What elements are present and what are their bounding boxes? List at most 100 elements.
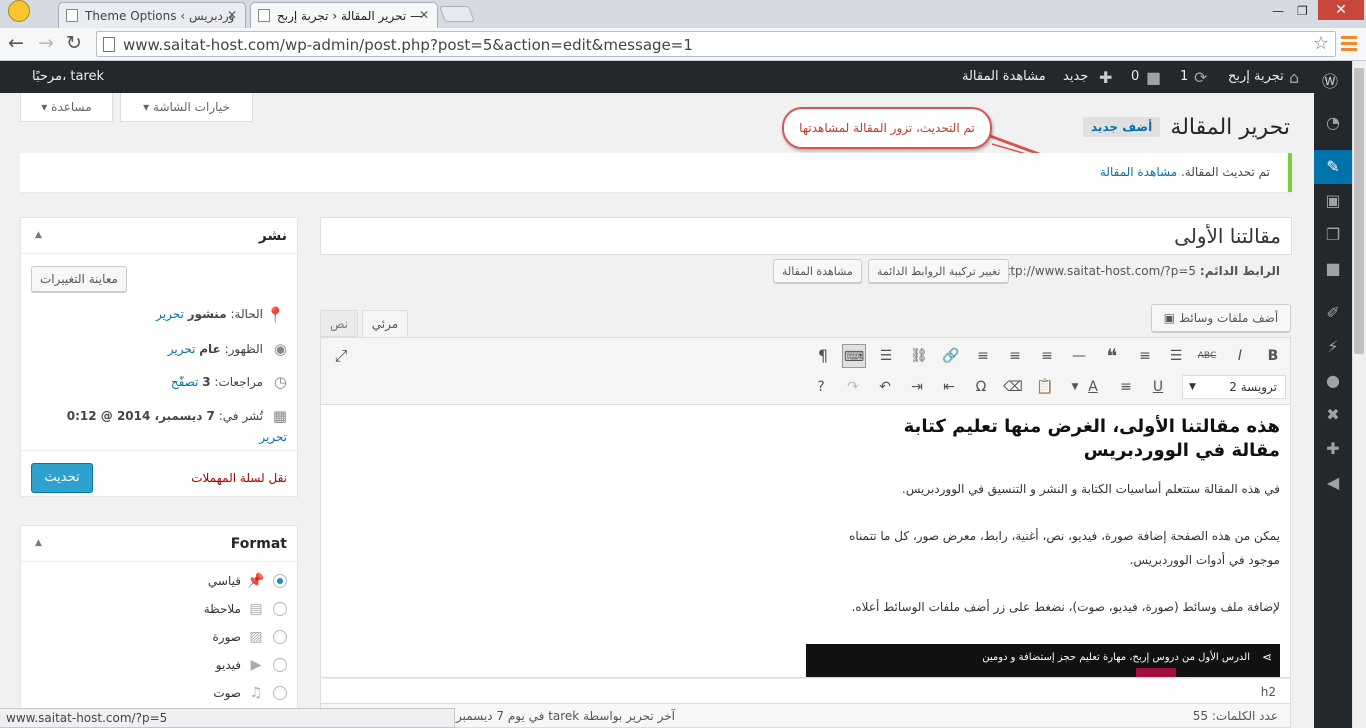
toggle-arrow-icon[interactable]: ▲ (35, 538, 42, 548)
format-option-image[interactable]: ▨صورة (213, 629, 287, 649)
new-link[interactable]: جديد (1063, 69, 1088, 84)
site-name-link[interactable]: تجربة إربح (1228, 69, 1284, 84)
embedded-video[interactable]: ⋖ الدرس الأول من دروس إربح، مهارة تعليم … (806, 644, 1280, 677)
bold-icon[interactable]: B (1261, 344, 1285, 368)
view-post-button[interactable]: مشاهدة المقالة (773, 259, 862, 283)
tab-text[interactable]: نص (320, 310, 358, 337)
justify-icon[interactable]: ≡ (1114, 375, 1138, 399)
browse-revisions-link[interactable]: تصفّح (171, 375, 199, 389)
share-icon[interactable]: ⋖ (1262, 650, 1272, 664)
indent-icon[interactable]: ⇥ (905, 375, 929, 399)
radio[interactable] (273, 630, 287, 644)
scrollbar-thumb[interactable] (1354, 68, 1364, 354)
align-center-icon[interactable]: ≡ (1003, 344, 1027, 368)
chrome-menu-icon[interactable] (1341, 36, 1357, 54)
url-text[interactable]: www.saitat-host.com/wp-admin/post.php?po… (123, 36, 693, 54)
maximize-icon[interactable]: ❐ (1297, 4, 1308, 18)
align-left-icon[interactable]: ≡ (1035, 344, 1059, 368)
comments-icon[interactable]: ■ (1314, 252, 1352, 286)
format-option-standard[interactable]: 📌قياسي (208, 573, 287, 593)
update-button[interactable]: تحديث (31, 463, 93, 493)
posts-pin-icon[interactable]: ✎ (1314, 150, 1352, 184)
editor-content[interactable]: هذه مقالتنا الأولى، الغرض منها تعليم كتا… (320, 405, 1291, 678)
bullet-list-icon[interactable]: ☰ (1164, 344, 1188, 368)
edit-status-link[interactable]: تحرير (156, 307, 184, 321)
blockquote-icon[interactable]: ❝ (1100, 344, 1124, 368)
edit-date-link[interactable]: تحرير (259, 430, 287, 444)
content-paragraph[interactable]: موجود في أدوات الووردبريس. (1130, 548, 1280, 572)
screen-options-button[interactable]: ▾ خيارات الشاشة (120, 93, 253, 122)
format-select[interactable]: ▼ ترويسة 2 (1182, 375, 1286, 399)
view-post-link[interactable]: مشاهدة المقالة (962, 69, 1046, 84)
new-tab-button[interactable] (439, 6, 475, 22)
paragraph-rtl-icon[interactable]: ¶ (811, 344, 835, 368)
content-paragraph[interactable]: يمكن من هذه الصفحة إضافة صورة، فيديو، نص… (849, 524, 1280, 548)
plugins-icon[interactable]: ⚡ (1314, 330, 1352, 364)
toolbar-toggle-icon[interactable]: ⌨ (842, 344, 866, 368)
strikethrough-icon[interactable]: ABC (1195, 344, 1219, 368)
close-tab-icon[interactable]: ✕ (419, 8, 429, 22)
radio[interactable] (273, 686, 287, 700)
content-heading[interactable]: هذه مقالتنا الأولى، الغرض منها تعليم كتا… (880, 415, 1280, 463)
content-paragraph[interactable]: لإضافة ملف وسائط (صورة، فيديو، صوت)، نضغ… (852, 595, 1280, 619)
post-title-input[interactable] (320, 217, 1292, 255)
comments-icon[interactable]: ■ (1146, 68, 1161, 87)
format-option-audio[interactable]: ♫صوت (213, 685, 287, 705)
align-right-icon[interactable]: ≡ (971, 344, 995, 368)
address-bar[interactable]: www.saitat-host.com/wp-admin/post.php?po… (96, 31, 1336, 57)
browser-tab-active[interactable]: تحرير المقالة ‹ تجربة إربح — ✕ (250, 2, 438, 28)
fullscreen-icon[interactable]: ⤢ (329, 344, 353, 368)
help-button[interactable]: ▾ مساعدة (20, 93, 113, 122)
special-character-icon[interactable]: Ω (969, 375, 993, 399)
home-icon[interactable]: ⌂ (1289, 68, 1299, 87)
numbered-list-icon[interactable]: ≡ (1133, 344, 1157, 368)
horizontal-line-icon[interactable]: — (1067, 344, 1091, 368)
reload-icon[interactable]: ↻ (66, 32, 82, 54)
window-close-icon[interactable]: ✕ (1318, 0, 1364, 20)
close-tab-icon[interactable]: ✕ (227, 8, 237, 22)
radio[interactable] (273, 602, 287, 616)
dashboard-icon[interactable]: ◔ (1314, 106, 1352, 140)
minimize-icon[interactable]: — (1272, 4, 1284, 18)
underline-icon[interactable]: U (1146, 375, 1170, 399)
clear-formatting-icon[interactable]: ⌫ (1001, 375, 1025, 399)
video-title[interactable]: الدرس الأول من دروس إربح، مهارة تعليم حج… (982, 652, 1250, 663)
greeting-link[interactable]: مرحبًا، tarek (32, 69, 104, 84)
unlink-icon[interactable]: ⛓ (907, 344, 931, 368)
paste-as-text-icon[interactable]: 📋 (1033, 375, 1057, 399)
preview-changes-button[interactable]: معاينة التغييرات (31, 266, 127, 292)
appearance-icon[interactable]: ✐ (1314, 296, 1352, 330)
tab-visual[interactable]: مرئي (362, 310, 408, 338)
element-path[interactable]: h2 (1261, 685, 1276, 699)
view-post-link[interactable]: مشاهدة المقالة (1100, 165, 1177, 179)
edit-visibility-link[interactable]: تحرير (168, 342, 196, 356)
undo-icon[interactable]: ↶ (873, 375, 897, 399)
link-icon[interactable]: 🔗 (939, 344, 963, 368)
insert-more-icon[interactable]: ☰ (874, 344, 898, 368)
comments-count[interactable]: 0 (1131, 69, 1139, 84)
format-option-video[interactable]: ▶فيديو (216, 657, 287, 677)
chevron-down-icon[interactable]: ▼ (1063, 375, 1087, 399)
content-paragraph[interactable]: في هذه المقالة ستتعلم أساسيات الكتابة و … (902, 477, 1280, 501)
redo-icon[interactable]: ↷ (841, 375, 865, 399)
help-icon[interactable]: ? (809, 375, 833, 399)
media-icon[interactable]: ▣ (1314, 184, 1352, 218)
profile-icon[interactable] (8, 0, 30, 22)
tools-icon[interactable]: ✖ (1314, 398, 1352, 432)
format-option-aside[interactable]: ▤ملاحظة (204, 601, 287, 621)
back-icon[interactable]: ← (8, 32, 24, 54)
users-icon[interactable]: ● (1314, 364, 1352, 398)
wordpress-logo-icon[interactable]: Ⓦ (1322, 68, 1338, 92)
updates-icon[interactable]: ⟳ (1194, 68, 1207, 87)
change-permalinks-button[interactable]: تغيير تركيبة الروابط الدائمة (868, 259, 1010, 283)
move-to-trash-link[interactable]: نقل لسلة المهملات (191, 471, 287, 485)
outdent-icon[interactable]: ⇤ (937, 375, 961, 399)
add-media-button[interactable]: ▣ أضف ملفات وسائط (1151, 304, 1291, 332)
radio[interactable] (273, 658, 287, 672)
italic-icon[interactable]: I (1228, 344, 1252, 368)
browser-tab[interactable]: Theme Options ‹ وردبريس ✕ (58, 2, 246, 28)
forward-icon[interactable]: → (38, 32, 54, 54)
bookmark-star-icon[interactable]: ☆ (1313, 33, 1329, 54)
radio-checked[interactable] (273, 574, 287, 588)
updates-count[interactable]: 1 (1180, 69, 1188, 84)
